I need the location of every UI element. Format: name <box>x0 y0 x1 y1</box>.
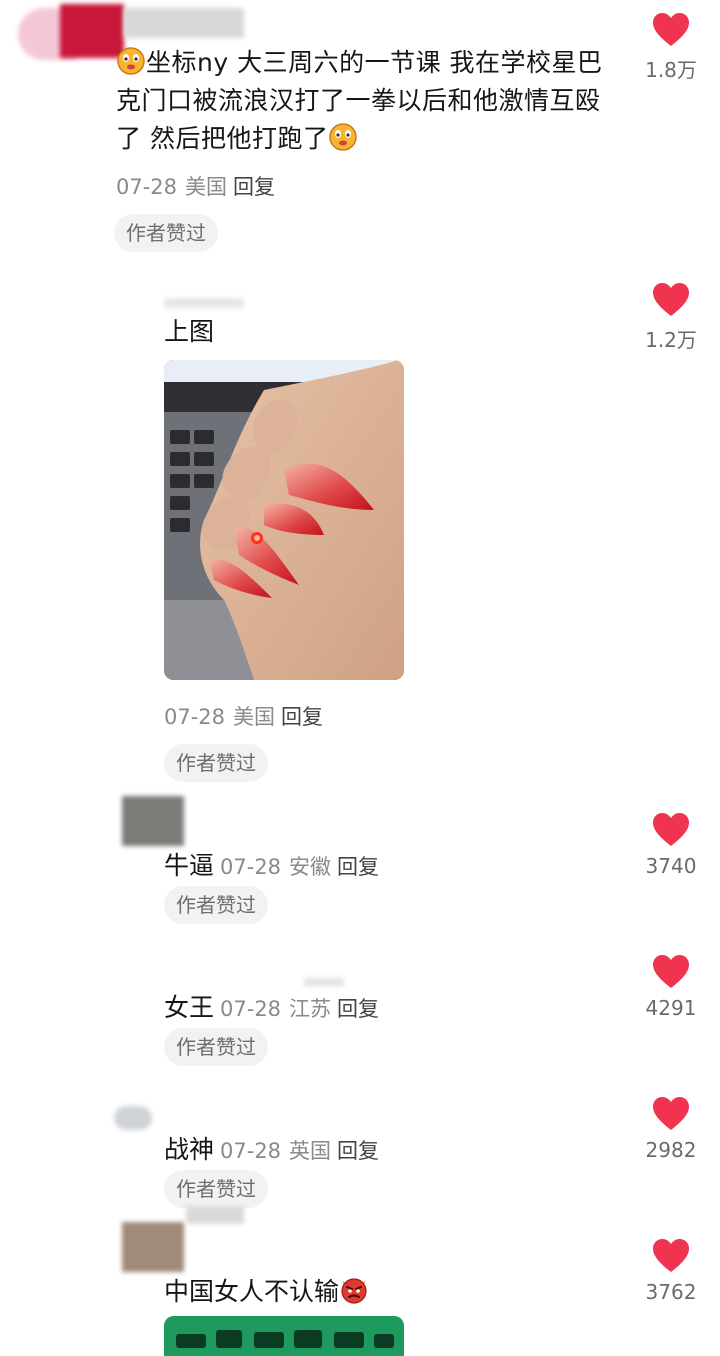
laughing-face-icon <box>117 47 145 75</box>
angry-devil-icon <box>341 1278 367 1304</box>
comment-date: 07-28 <box>220 855 282 879</box>
author-liked-badge: 作者赞过 <box>164 1170 268 1208</box>
username-block <box>60 4 124 58</box>
comment-text: 牛逼 <box>164 851 215 880</box>
reply-username-text[interactable] <box>164 298 244 308</box>
like-button[interactable]: 3762 <box>631 1238 711 1304</box>
reply-button[interactable]: 回复 <box>337 855 379 879</box>
like-button[interactable]: 1.2万 <box>631 282 711 353</box>
like-button[interactable]: 2982 <box>631 1096 711 1162</box>
comment-date: 07-28 <box>220 997 282 1021</box>
like-count: 4291 <box>645 996 697 1020</box>
comment-line: 女王 07-28 江苏 回复 <box>164 988 379 1024</box>
comment-body: 坐标ny 大三周六的一节课 我在学校星巴克门口被流浪汉打了一拳以后和他激情互殴了… <box>116 48 603 153</box>
comment-date: 07-28 <box>116 175 178 199</box>
heart-icon <box>653 1239 689 1272</box>
username-text[interactable] <box>124 8 244 38</box>
comment-date: 07-28 <box>164 705 226 729</box>
like-button[interactable]: 1.8万 <box>631 12 711 83</box>
comment-text: 坐标ny 大三周六的一节课 我在学校星巴克门口被流浪汉打了一拳以后和他激情互殴了… <box>116 44 616 158</box>
comment-text: 上图 <box>164 317 215 346</box>
comment-date: 07-28 <box>220 1139 282 1163</box>
heart-icon <box>653 283 689 316</box>
like-count: 2982 <box>645 1138 697 1162</box>
reply-button[interactable]: 回复 <box>281 705 323 729</box>
comment-location: 江苏 <box>289 997 332 1021</box>
heart-icon <box>653 1097 689 1130</box>
heart-icon <box>653 955 689 988</box>
comment-location: 安徽 <box>289 855 332 879</box>
like-count: 3762 <box>645 1280 697 1304</box>
comment-photo[interactable] <box>164 1316 404 1356</box>
avatar[interactable] <box>122 1222 184 1272</box>
username-text[interactable] <box>186 1206 244 1224</box>
comment-line: 牛逼 07-28 安徽 回复 <box>164 846 379 882</box>
like-button[interactable]: 4291 <box>631 954 711 1020</box>
reply-button[interactable]: 回复 <box>233 175 275 199</box>
like-button[interactable]: 3740 <box>631 812 711 878</box>
comment-meta: 07-28 美国 回复 <box>116 171 275 201</box>
like-count: 1.2万 <box>645 328 697 352</box>
author-liked-badge: 作者赞过 <box>164 886 268 924</box>
reply-button[interactable]: 回复 <box>337 1139 379 1163</box>
heart-icon <box>653 13 689 46</box>
avatar[interactable] <box>122 796 184 846</box>
comment-location: 美国 <box>185 175 228 199</box>
avatar[interactable] <box>114 1106 152 1130</box>
comment-text: 中国女人不认输 <box>164 1277 340 1306</box>
like-count: 3740 <box>645 854 697 878</box>
heart-icon <box>653 813 689 846</box>
comment-line: 战神 07-28 英国 回复 <box>164 1130 379 1166</box>
like-count: 1.8万 <box>645 58 697 82</box>
author-liked-badge: 作者赞过 <box>164 744 268 782</box>
comment-photo[interactable] <box>164 360 404 680</box>
laughing-face-icon <box>329 123 358 151</box>
username-text[interactable] <box>304 978 344 986</box>
reply-button[interactable]: 回复 <box>337 997 379 1021</box>
comment-text: 战神 <box>164 1135 215 1164</box>
comment-line: 中国女人不认输 <box>164 1272 369 1308</box>
author-liked-badge: 作者赞过 <box>114 214 218 252</box>
comment-location: 英国 <box>289 1139 332 1163</box>
nails-photo <box>164 360 404 680</box>
comment-meta: 07-28 美国 回复 <box>164 701 323 731</box>
comment-text: 女王 <box>164 993 215 1022</box>
author-liked-badge: 作者赞过 <box>164 1028 268 1066</box>
photo-preview <box>164 1316 404 1356</box>
comment-location: 美国 <box>233 705 276 729</box>
